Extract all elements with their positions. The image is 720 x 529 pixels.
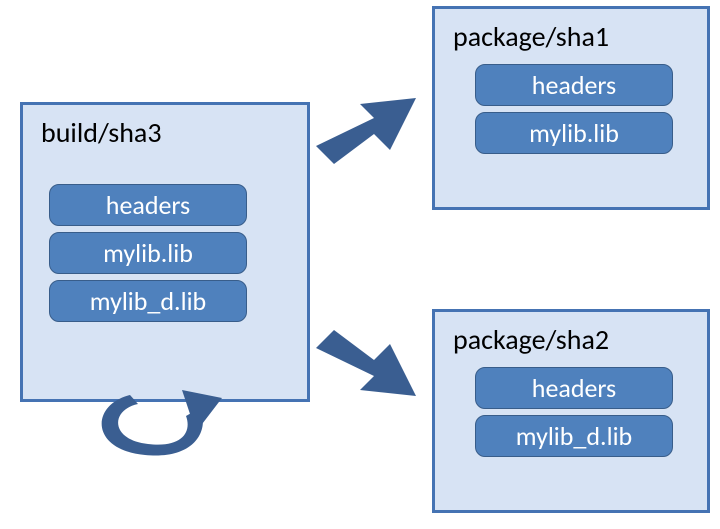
package1-item: mylib.lib [475,112,673,154]
build-box: build/sha3 headers mylib.lib mylib_d.lib [20,102,310,402]
package2-item: mylib_d.lib [475,415,673,457]
build-self-loop-icon [90,390,240,470]
arrow-to-package1-icon [316,86,426,176]
build-item: headers [49,184,247,226]
build-title: build/sha3 [23,105,307,154]
package2-item: headers [475,367,673,409]
package2-box: package/sha2 headers mylib_d.lib [432,309,710,513]
build-item: mylib.lib [49,232,247,274]
build-item: mylib_d.lib [49,280,247,322]
package2-title: package/sha2 [435,312,707,361]
package1-item: headers [475,64,673,106]
package1-box: package/sha1 headers mylib.lib [432,6,710,210]
package1-title: package/sha1 [435,9,707,58]
arrow-to-package2-icon [316,318,426,408]
